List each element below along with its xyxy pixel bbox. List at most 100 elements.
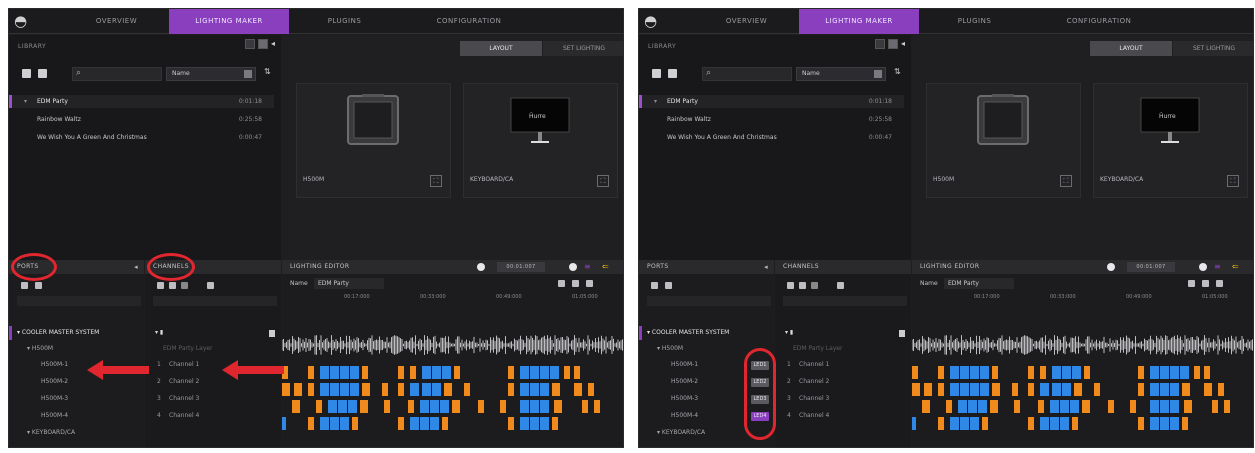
light-block[interactable] xyxy=(384,400,390,413)
tree-system[interactable]: ▾ COOLER MASTER SYSTEM xyxy=(17,326,99,340)
sort-select[interactable]: Name xyxy=(166,67,256,81)
close-icon[interactable] xyxy=(665,282,672,289)
tree-group-keyboard[interactable]: ▾ KEYBOARD/CA xyxy=(657,426,705,440)
light-block[interactable] xyxy=(550,366,559,379)
light-block[interactable] xyxy=(1062,383,1071,396)
play-icon[interactable] xyxy=(477,263,485,271)
light-block[interactable] xyxy=(410,366,416,379)
light-block[interactable] xyxy=(950,383,959,396)
trash-icon[interactable] xyxy=(899,330,905,337)
light-block[interactable] xyxy=(1150,383,1159,396)
light-block[interactable] xyxy=(1052,383,1061,396)
light-block[interactable] xyxy=(1052,366,1061,379)
light-block[interactable] xyxy=(1204,366,1210,379)
light-block[interactable] xyxy=(1070,400,1079,413)
light-block[interactable] xyxy=(282,417,286,430)
light-block[interactable] xyxy=(360,400,368,413)
library-search-input[interactable]: ⌕ xyxy=(72,67,162,81)
channel-item[interactable]: 1 Channel 1 xyxy=(787,358,829,372)
light-block[interactable] xyxy=(350,383,359,396)
add-playlist-icon[interactable] xyxy=(22,69,31,78)
light-block[interactable] xyxy=(410,383,419,396)
light-block[interactable] xyxy=(564,366,570,379)
light-block[interactable] xyxy=(1160,366,1169,379)
delete-icon[interactable] xyxy=(207,282,214,289)
port-item[interactable]: H500M-3 xyxy=(41,392,68,406)
light-block[interactable] xyxy=(452,400,460,413)
channel-item[interactable]: 2 Channel 2 xyxy=(157,375,199,389)
light-block[interactable] xyxy=(1062,366,1071,379)
light-block[interactable] xyxy=(1040,366,1046,379)
delete-icon[interactable] xyxy=(586,280,593,287)
sort-select[interactable]: Name xyxy=(796,67,886,81)
record-icon[interactable] xyxy=(1199,263,1207,271)
light-block[interactable] xyxy=(330,383,339,396)
trash-icon[interactable] xyxy=(269,330,275,337)
light-block[interactable] xyxy=(1160,400,1169,413)
channel-item[interactable]: 3 Channel 3 xyxy=(157,392,199,406)
light-block[interactable] xyxy=(422,383,431,396)
light-block[interactable] xyxy=(970,366,979,379)
light-block[interactable] xyxy=(554,400,562,413)
library-search-input[interactable]: ⌕ xyxy=(702,67,792,81)
list-view-icon[interactable] xyxy=(887,39,898,49)
light-block[interactable] xyxy=(530,417,539,430)
light-block[interactable] xyxy=(582,400,588,413)
light-block[interactable] xyxy=(960,417,969,430)
channel-item[interactable]: 1 Channel 1 xyxy=(157,358,199,372)
light-block[interactable] xyxy=(552,383,560,396)
light-block[interactable] xyxy=(1050,417,1059,430)
refresh-icon[interactable] xyxy=(21,282,28,289)
light-block[interactable] xyxy=(362,383,370,396)
add-icon[interactable] xyxy=(1188,280,1195,287)
light-block[interactable] xyxy=(520,400,529,413)
light-block[interactable] xyxy=(1028,417,1034,430)
track-row[interactable]: We Wish You A Green And Christmas 0:00:4… xyxy=(639,131,904,144)
port-item[interactable]: H500M-4 xyxy=(41,409,68,423)
port-item[interactable]: H500M-3 xyxy=(671,392,698,406)
light-block[interactable] xyxy=(1150,400,1159,413)
light-block[interactable] xyxy=(946,400,952,413)
light-block[interactable] xyxy=(980,366,989,379)
port-item[interactable]: H500M-4 xyxy=(671,409,698,423)
tree-group-h500m[interactable]: ▾ H500M xyxy=(657,342,683,356)
close-icon[interactable] xyxy=(181,282,188,289)
light-block[interactable] xyxy=(478,400,484,413)
light-block[interactable] xyxy=(1224,400,1230,413)
light-block[interactable] xyxy=(330,417,339,430)
port-item[interactable]: H500M-2 xyxy=(41,375,68,389)
light-block[interactable] xyxy=(594,400,600,413)
light-block[interactable] xyxy=(430,400,439,413)
light-block[interactable] xyxy=(1028,383,1034,396)
expand-icon[interactable]: ⛶ xyxy=(430,175,442,187)
collapse-icon[interactable]: ◂ xyxy=(764,260,768,274)
light-block[interactable] xyxy=(1170,383,1179,396)
light-block[interactable] xyxy=(1060,417,1069,430)
list-view-icon[interactable] xyxy=(257,39,268,49)
light-block[interactable] xyxy=(320,417,329,430)
light-block[interactable] xyxy=(1170,417,1179,430)
light-block[interactable] xyxy=(1194,366,1200,379)
light-block[interactable] xyxy=(1138,366,1144,379)
expand-icon[interactable]: ⛶ xyxy=(1060,175,1072,187)
light-block[interactable] xyxy=(540,400,549,413)
light-block[interactable] xyxy=(350,366,359,379)
light-block[interactable] xyxy=(1218,383,1224,396)
light-block[interactable] xyxy=(960,383,969,396)
light-block[interactable] xyxy=(362,366,368,379)
light-block[interactable] xyxy=(420,400,429,413)
undo-icon[interactable]: ⇐ xyxy=(602,260,609,274)
channel-item[interactable]: 2 Channel 2 xyxy=(787,375,829,389)
channel-item[interactable]: 4 Channel 4 xyxy=(157,409,199,423)
light-block[interactable] xyxy=(978,400,987,413)
light-block[interactable] xyxy=(440,400,449,413)
light-block[interactable] xyxy=(1182,383,1190,396)
add-icon[interactable] xyxy=(558,280,565,287)
port-item[interactable]: H500M-2 xyxy=(671,375,698,389)
copy-icon[interactable] xyxy=(169,282,176,289)
device-card-h500m[interactable]: H500M ⛶ xyxy=(296,83,451,198)
light-block[interactable] xyxy=(340,366,349,379)
track-row[interactable]: We Wish You A Green And Christmas 0:00:4… xyxy=(9,131,274,144)
light-block[interactable] xyxy=(1170,366,1179,379)
light-block[interactable] xyxy=(1182,417,1188,430)
